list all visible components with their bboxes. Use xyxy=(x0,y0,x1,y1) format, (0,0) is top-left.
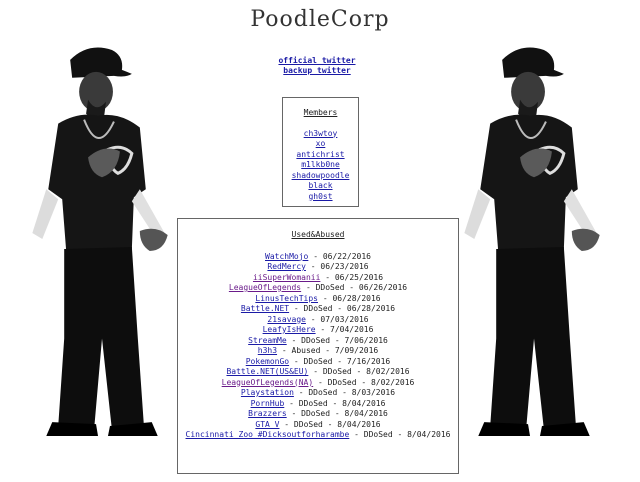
target-status: - DDoSed - 7/16/2016 xyxy=(293,356,391,366)
target-status: - DDoSed - 8/04/2016 xyxy=(284,419,381,429)
target-row: PokemonGo - DDoSed - 7/16/2016 xyxy=(178,357,458,368)
target-status: - Abused - 7/09/2016 xyxy=(281,346,379,355)
target-status: - 06/28/2016 xyxy=(322,293,381,303)
target-row: GTA V - DDoSed - 8/04/2016 xyxy=(178,420,458,431)
target-link[interactable]: 21savage xyxy=(267,315,306,324)
member-link[interactable]: black xyxy=(308,181,332,190)
target-link[interactable]: iiSuperWomanii xyxy=(253,273,320,282)
target-status: - DDoSed - 8/03/2016 xyxy=(298,388,396,397)
target-row: Brazzers - DDoSed - 8/04/2016 xyxy=(178,409,458,420)
target-status: - 7/04/2016 xyxy=(320,325,374,334)
target-row: LinusTechTips - 06/28/2016 xyxy=(178,294,458,305)
target-link[interactable]: Battle.NET xyxy=(241,304,289,313)
target-status: - 06/25/2016 xyxy=(325,272,384,282)
target-row: Battle.NET - DDoSed - 06/28/2016 xyxy=(178,304,458,315)
target-row: PornHub - DDoSed - 8/04/2016 xyxy=(178,399,458,410)
member-link[interactable]: shadowpoodle xyxy=(292,171,350,180)
target-status: - DDoSed - 8/04/2016 xyxy=(289,398,386,408)
member-link[interactable]: gh0st xyxy=(308,192,332,201)
target-link[interactable]: Battle.NET(US&EU) xyxy=(226,367,308,376)
target-status: - DDoSed - 8/04/2016 xyxy=(354,430,451,439)
dancing-man-image-left xyxy=(32,47,168,437)
target-status: - 06/22/2016 xyxy=(313,251,371,261)
target-link[interactable]: RedMercy xyxy=(267,262,306,271)
target-link[interactable]: StreamMe xyxy=(248,336,287,345)
target-link[interactable]: Cincinnati Zoo #Dicksoutforharambe xyxy=(186,430,350,439)
dancing-man-image-right xyxy=(464,47,600,437)
target-row: 21savage - 07/03/2016 xyxy=(178,315,458,326)
official-twitter-link[interactable]: official twitter xyxy=(278,56,355,65)
target-status: - 07/03/2016 xyxy=(310,314,369,324)
target-status: - DDoSed - 7/06/2016 xyxy=(291,335,388,345)
target-link[interactable]: Brazzers xyxy=(248,409,287,418)
target-row: Cincinnati Zoo #Dicksoutforharambe - DDo… xyxy=(178,430,458,441)
used-abused-list: WatchMojo - 06/22/2016 RedMercy - 06/23/2… xyxy=(178,252,458,441)
target-row: LeafyIsHere - 7/04/2016 xyxy=(178,325,458,336)
target-link[interactable]: LeafyIsHere xyxy=(263,325,316,334)
target-row: RedMercy - 06/23/2016 xyxy=(178,262,458,273)
members-heading: Members xyxy=(303,108,338,117)
target-link[interactable]: LinusTechTips xyxy=(255,294,318,303)
member-link[interactable]: ch3wtoy xyxy=(304,129,338,138)
target-row: LeagueOfLegends(NA) - DDoSed - 8/02/2016 xyxy=(178,378,458,389)
members-box: Members ch3wtoy xo antichrist m1lkb0ne s… xyxy=(282,97,359,207)
target-link[interactable]: PokemonGo xyxy=(246,357,289,366)
target-row: LeagueOfLegends - DDoSed - 06/26/2016 xyxy=(178,283,458,294)
target-row: Playstation - DDoSed - 8/03/2016 xyxy=(178,388,458,399)
target-link[interactable]: GTA V xyxy=(255,420,279,429)
target-status: - DDoSed - 8/04/2016 xyxy=(291,409,388,418)
target-status: - DDoSed - 06/26/2016 xyxy=(305,283,408,292)
member-link[interactable]: xo xyxy=(316,139,326,148)
target-link[interactable]: LeagueOfLegends xyxy=(229,283,301,292)
target-status: - 06/23/2016 xyxy=(310,262,369,271)
target-link[interactable]: h3h3 xyxy=(258,346,277,355)
target-status: - DDoSed - 8/02/2016 xyxy=(313,367,410,376)
member-link[interactable]: antichrist xyxy=(296,150,344,159)
target-row: iiSuperWomanii - 06/25/2016 xyxy=(178,273,458,284)
used-abused-heading: Used&Abused xyxy=(291,230,345,239)
target-link[interactable]: PornHub xyxy=(251,399,285,408)
target-row: StreamMe - DDoSed - 7/06/2016 xyxy=(178,336,458,347)
used-abused-box: Used&Abused WatchMojo - 06/22/2016 RedMer… xyxy=(177,218,459,474)
target-status: - DDoSed - 06/28/2016 xyxy=(293,304,396,313)
target-link[interactable]: Playstation xyxy=(241,388,294,397)
target-row: h3h3 - Abused - 7/09/2016 xyxy=(178,346,458,357)
target-status: - DDoSed - 8/02/2016 xyxy=(318,377,415,387)
member-link[interactable]: m1lkb0ne xyxy=(301,160,340,169)
target-row: WatchMojo - 06/22/2016 xyxy=(178,252,458,263)
target-link[interactable]: LeagueOfLegends(NA) xyxy=(222,378,314,387)
target-row: Battle.NET(US&EU) - DDoSed - 8/02/2016 xyxy=(178,367,458,378)
target-link[interactable]: WatchMojo xyxy=(265,252,308,261)
backup-twitter-link[interactable]: backup twitter xyxy=(283,66,350,75)
site-title: PoodleCorp xyxy=(250,7,390,32)
